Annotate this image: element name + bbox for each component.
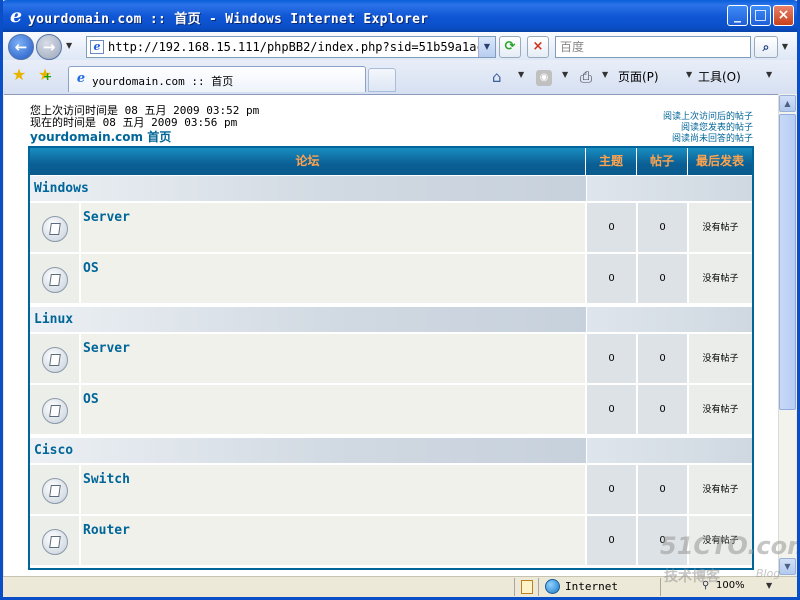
- minimize-button[interactable]: _: [727, 5, 748, 26]
- refresh-button[interactable]: ⟳: [499, 36, 521, 58]
- forum-name-cell: [81, 254, 585, 304]
- ie-logo-icon: e: [9, 5, 23, 27]
- posts-count: 0: [637, 254, 687, 304]
- unanswered-posts-link[interactable]: 阅读尚未回答的帖子: [600, 131, 753, 144]
- forum-name-cell: [81, 203, 585, 253]
- forum-read-icon: [42, 347, 68, 373]
- forum-name-cell: [81, 516, 585, 566]
- posts-count: 0: [637, 385, 687, 435]
- close-button[interactable]: ×: [773, 5, 794, 26]
- forum-read-icon: [42, 267, 68, 293]
- status-divider: [514, 578, 515, 596]
- topics-count: 0: [586, 385, 636, 435]
- search-options-dropdown-icon[interactable]: ▼: [779, 38, 791, 56]
- status-divider: [660, 578, 661, 596]
- forum-link-cisco-router[interactable]: Router: [83, 523, 130, 538]
- forum-read-icon: [42, 398, 68, 424]
- tools-menu-dropdown-icon[interactable]: ▼: [766, 70, 772, 79]
- category-row-fill: [586, 176, 752, 202]
- maximize-button[interactable]: □: [750, 5, 771, 26]
- header-topics: 主题: [586, 148, 637, 175]
- stop-button[interactable]: ×: [527, 36, 549, 58]
- tools-menu[interactable]: 工具(O): [698, 68, 741, 86]
- globe-icon: [545, 579, 560, 594]
- favorites-star-icon[interactable]: ★: [10, 66, 28, 84]
- search-button[interactable]: ⌕: [754, 36, 778, 58]
- site-home-link[interactable]: yourdomain.com 首页: [30, 128, 171, 145]
- category-linux[interactable]: Linux: [30, 307, 586, 333]
- forum-read-icon: [42, 216, 68, 242]
- address-dropdown-icon[interactable]: ▼: [478, 37, 495, 57]
- category-row-fill: [586, 438, 752, 464]
- header-forum: 论坛: [30, 148, 586, 175]
- watermark-logo: 51CTO.com: [660, 532, 800, 560]
- scroll-down-button[interactable]: ▼: [779, 558, 796, 575]
- category-windows[interactable]: Windows: [30, 176, 586, 202]
- topics-count: 0: [586, 516, 636, 566]
- forward-button[interactable]: →: [36, 34, 62, 60]
- home-icon[interactable]: ⌂: [492, 68, 502, 86]
- back-button[interactable]: ←: [8, 34, 34, 60]
- page-icon: e: [90, 40, 104, 54]
- forum-link-windows-os[interactable]: OS: [83, 261, 99, 276]
- posts-count: 0: [637, 203, 687, 253]
- address-input[interactable]: http://192.168.15.111/phpBB2/index.php?s…: [108, 38, 478, 56]
- topics-count: 0: [586, 254, 636, 304]
- forum-link-linux-os[interactable]: OS: [83, 392, 99, 407]
- new-tab-button[interactable]: [368, 68, 396, 92]
- tab-ie-icon: e: [76, 71, 86, 86]
- forum-link-windows-server[interactable]: Server: [83, 210, 130, 225]
- category-cisco[interactable]: Cisco: [30, 438, 586, 464]
- status-divider: [538, 578, 539, 596]
- last-post-text: 没有帖子: [688, 203, 752, 253]
- watermark-subtitle: 技术博客: [664, 569, 720, 585]
- home-dropdown-icon[interactable]: ▼: [518, 70, 524, 79]
- tab-label: yourdomain.com :: 首页: [92, 75, 234, 88]
- forum-name-cell: [81, 334, 585, 384]
- posts-count: 0: [637, 334, 687, 384]
- scroll-thumb[interactable]: [779, 114, 796, 410]
- last-post-text: 没有帖子: [688, 334, 752, 384]
- topics-count: 0: [586, 465, 636, 515]
- header-last-post: 最后发表: [688, 148, 752, 175]
- feeds-icon[interactable]: ◉: [536, 70, 552, 86]
- zoom-icon[interactable]: ⚲: [702, 580, 709, 591]
- search-input[interactable]: 百度: [555, 36, 751, 58]
- posts-count: 0: [637, 465, 687, 515]
- scroll-up-button[interactable]: ▲: [779, 95, 796, 112]
- last-post-text: 没有帖子: [688, 385, 752, 435]
- add-favorites-plus-icon: +: [43, 70, 53, 83]
- feeds-dropdown-icon[interactable]: ▼: [562, 70, 568, 79]
- forum-link-cisco-switch[interactable]: Switch: [83, 472, 130, 487]
- last-post-text: 没有帖子: [688, 465, 752, 515]
- forum-read-icon: [42, 478, 68, 504]
- security-zone-text: Internet: [565, 580, 618, 593]
- print-dropdown-icon[interactable]: ▼: [602, 70, 608, 79]
- forum-name-cell: [81, 465, 585, 515]
- topics-count: 0: [586, 334, 636, 384]
- print-icon[interactable]: ⎙: [580, 68, 592, 86]
- recent-pages-dropdown-icon[interactable]: ▼: [66, 40, 76, 52]
- forum-link-linux-server[interactable]: Server: [83, 341, 130, 356]
- topics-count: 0: [586, 203, 636, 253]
- page-menu-dropdown-icon[interactable]: ▼: [686, 70, 692, 79]
- watermark-blog: Blog: [756, 567, 781, 580]
- zoom-level[interactable]: 100%: [716, 580, 745, 591]
- forum-name-cell: [81, 385, 585, 435]
- window-title: yourdomain.com :: 首页 - Windows Internet …: [28, 12, 429, 27]
- category-row-fill: [586, 307, 752, 333]
- protected-mode-icon: [521, 580, 533, 594]
- header-posts: 帖子: [637, 148, 688, 175]
- zoom-dropdown-icon[interactable]: ▼: [766, 581, 772, 590]
- last-post-text: 没有帖子: [688, 254, 752, 304]
- forum-read-icon: [42, 529, 68, 555]
- page-menu[interactable]: 页面(P): [618, 68, 659, 86]
